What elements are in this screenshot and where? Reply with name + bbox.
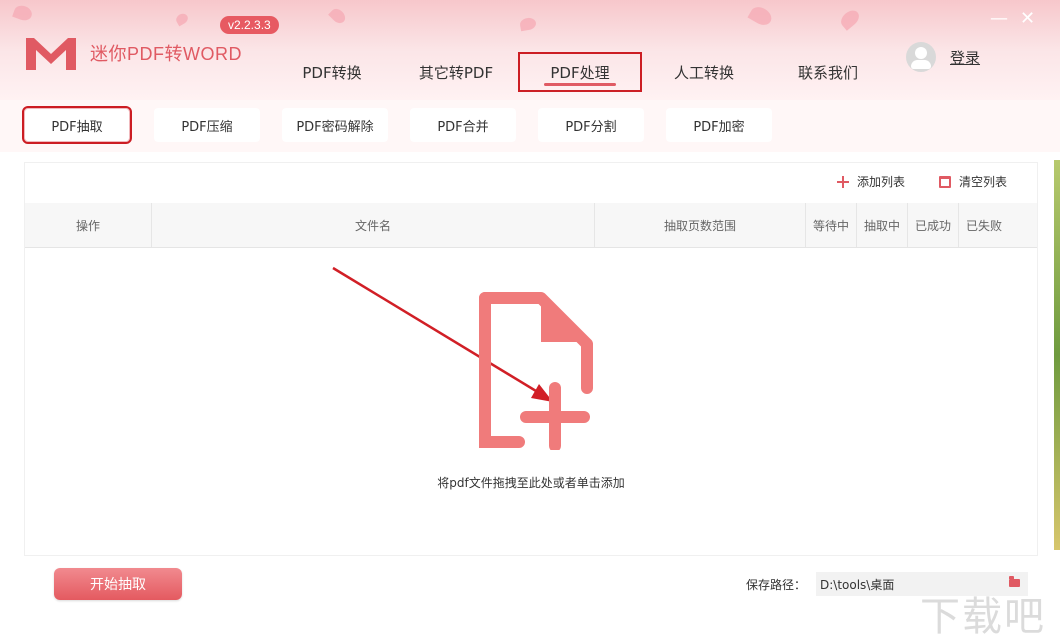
dropzone-hint: 将pdf文件拖拽至此处或者单击添加 [437,476,625,490]
minimize-icon[interactable]: — [990,8,1008,29]
version-badge: v2.2.3.3 [220,16,279,34]
petal-decoration [12,3,34,23]
clear-list-button[interactable]: 清空列表 [938,173,1007,190]
column-header-waiting: 等待中 [806,203,857,247]
nav-item-contact-us[interactable]: 联系我们 [766,52,890,92]
app-window: 迷你PDF转WORD v2.2.3.3 PDF转换 其它转PDF PDF处理 人… [0,0,1060,640]
background-strip [1054,160,1060,550]
nav-item-pdf-process[interactable]: PDF处理 [518,52,642,92]
column-header-extracting: 抽取中 [857,203,908,247]
column-header-page-range: 抽取页数范围 [595,203,806,247]
subtab-pdf-split[interactable]: PDF分割 [538,108,644,142]
subtab-pdf-encrypt[interactable]: PDF加密 [666,108,772,142]
start-extract-button[interactable]: 开始抽取 [54,568,182,600]
petal-decoration [747,3,775,29]
petal-decoration [328,6,348,26]
plus-icon [836,175,849,188]
main-nav: PDF转换 其它转PDF PDF处理 人工转换 联系我们 [270,52,890,92]
petal-decoration [519,16,537,32]
add-list-button[interactable]: 添加列表 [836,173,905,190]
clear-list-label: 清空列表 [958,175,1007,189]
watermark: 下载吧 [920,594,1046,640]
avatar-icon[interactable] [906,42,936,72]
brand: 迷你PDF转WORD [24,34,242,72]
subtab-pdf-unlock[interactable]: PDF密码解除 [282,108,388,142]
column-header-operation: 操作 [25,203,152,247]
logo-icon [26,38,76,70]
column-header-failed: 已失败 [965,218,1002,233]
column-header-succeeded: 已成功 [908,203,959,247]
list-actions: 添加列表 清空列表 [836,173,1007,190]
petal-decoration [837,7,863,31]
file-dropzone[interactable]: 将pdf文件拖拽至此处或者单击添加 [25,248,1037,555]
login-link[interactable]: 登录 [950,47,980,68]
subtab-bar: PDF抽取 PDF压缩 PDF密码解除 PDF合并 PDF分割 PDF加密 [0,100,1060,152]
save-path-value: D:\tools\桌面 [820,577,895,592]
header: 迷你PDF转WORD v2.2.3.3 PDF转换 其它转PDF PDF处理 人… [0,0,1060,100]
subtab-pdf-compress[interactable]: PDF压缩 [154,108,260,142]
save-path-label: 保存路径： [746,578,807,592]
file-list-panel: 添加列表 清空列表 操作 文件名 抽取页数范围 等待中 抽取中 已成功 已失败 [24,162,1038,556]
close-icon[interactable]: ✕ [1020,8,1035,29]
app-title: 迷你PDF转WORD [90,44,242,64]
subtab-pdf-merge[interactable]: PDF合并 [410,108,516,142]
petal-decoration [174,11,190,27]
subtab-pdf-extract[interactable]: PDF抽取 [22,106,132,144]
trash-icon [938,175,951,188]
add-list-label: 添加列表 [856,175,905,189]
nav-item-manual-convert[interactable]: 人工转换 [642,52,766,92]
nav-item-other-to-pdf[interactable]: 其它转PDF [394,52,518,92]
add-file-icon[interactable] [471,292,593,450]
footer: 开始抽取 保存路径： D:\tools\桌面 [0,556,1060,640]
column-header-filename: 文件名 [152,203,595,247]
user-area: 登录 [906,42,980,72]
nav-item-pdf-convert[interactable]: PDF转换 [270,52,394,92]
table-header: 操作 文件名 抽取页数范围 等待中 抽取中 已成功 已失败 [25,203,1037,248]
